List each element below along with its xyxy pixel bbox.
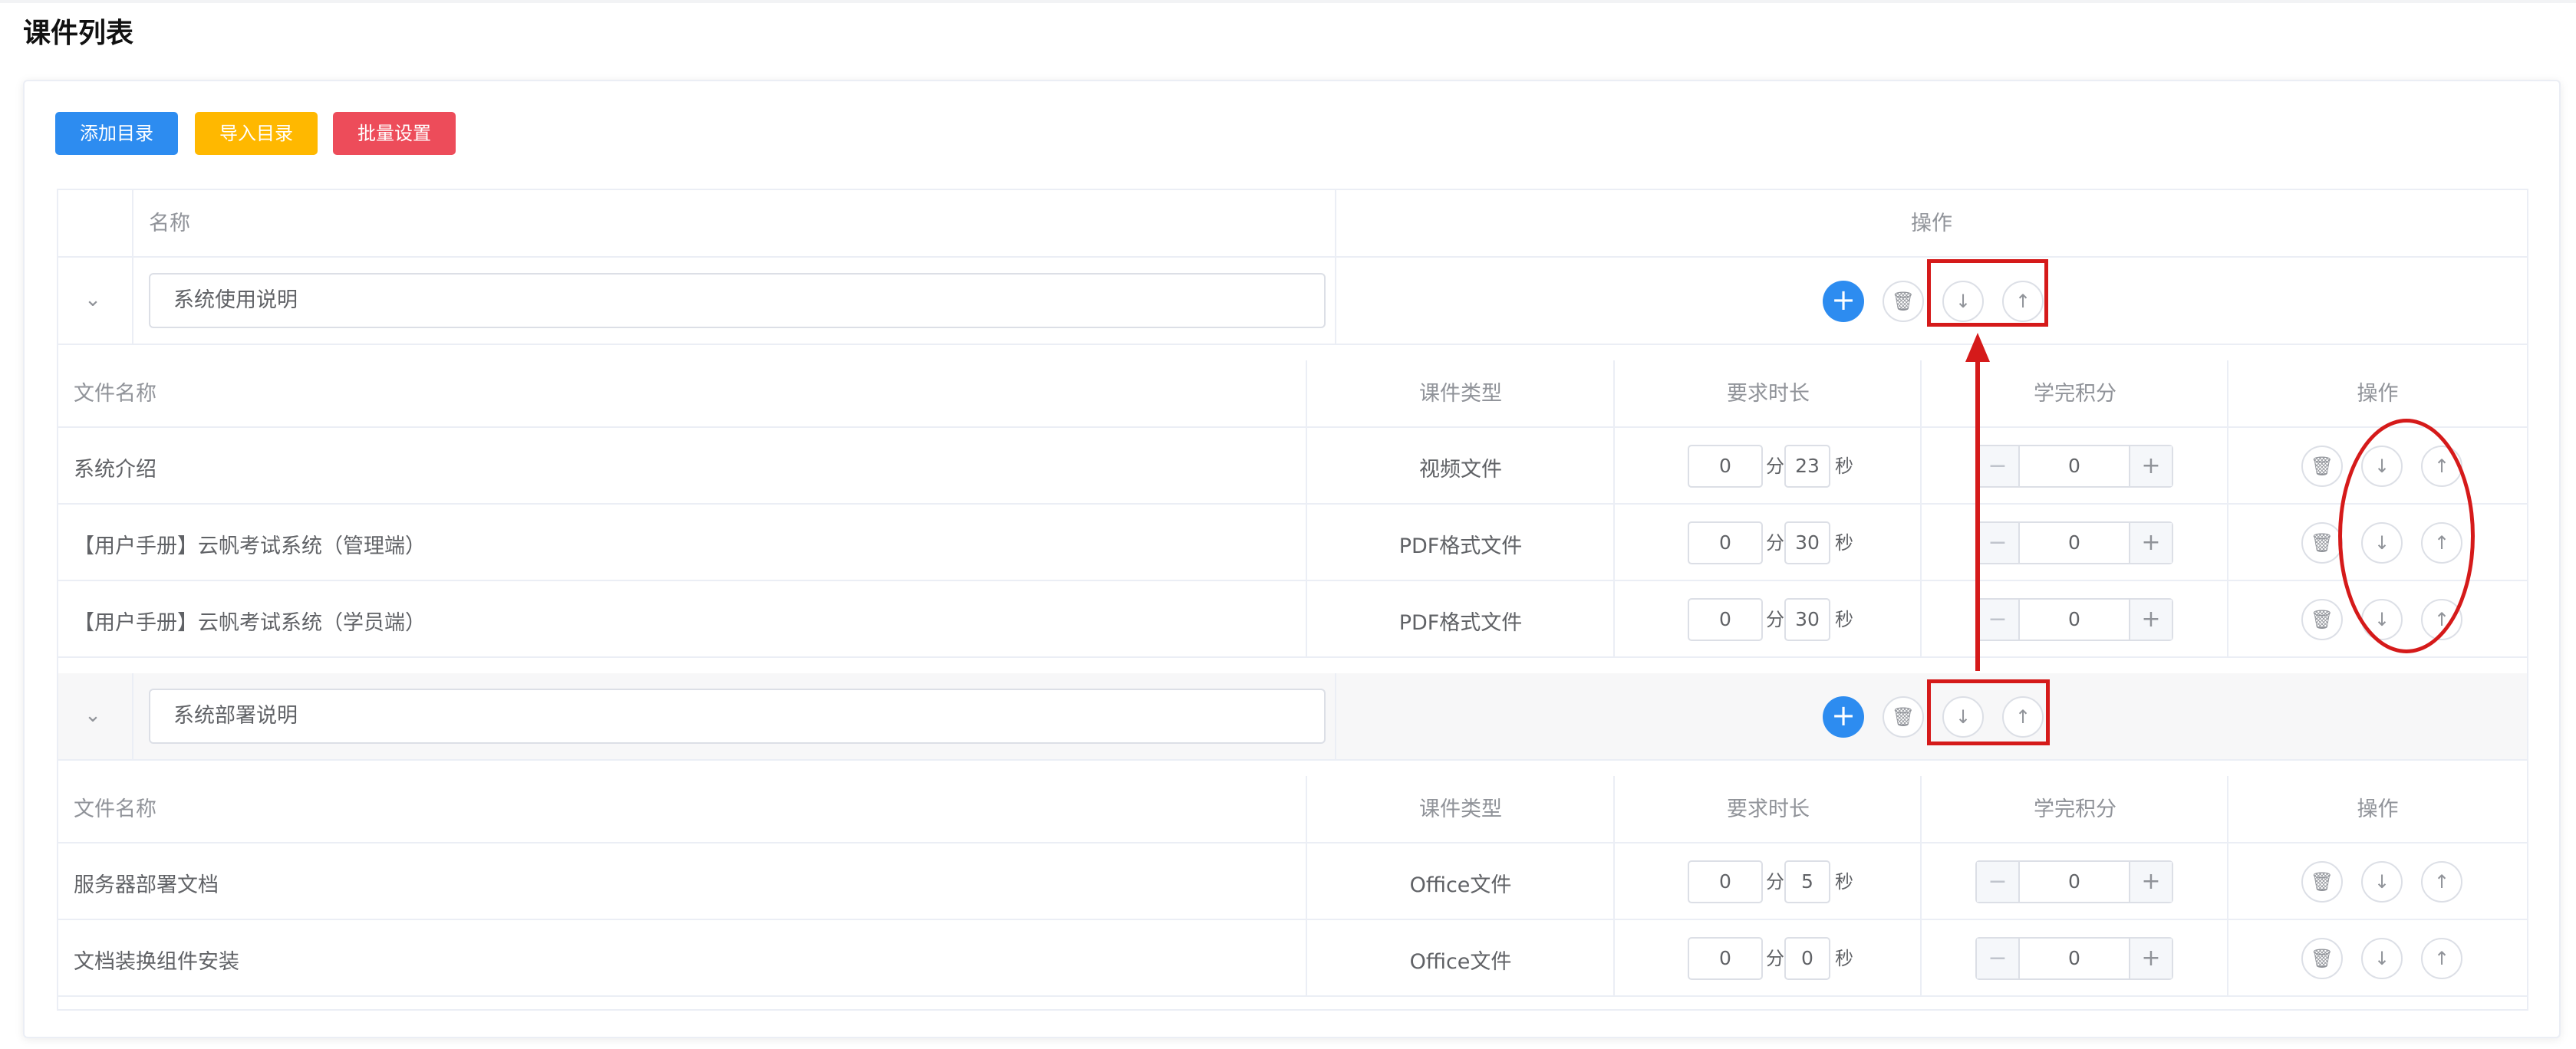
delete-file-button[interactable]: 🗑 [2301,446,2343,487]
header-file-name: 文件名称 [74,797,156,821]
minute-unit: 分 [1766,532,1784,554]
add-file-button[interactable]: + [1823,281,1864,322]
file-table-header: 文件名称 课件类型 要求时长 学完积分 操作 [58,360,2527,428]
header-points: 学完积分 [2034,797,2116,821]
header-actions: 操作 [2357,797,2399,821]
header-type: 课件类型 [1419,382,1502,406]
file-row: 服务器部署文档 Office文件 0 分 5 秒 −0 + 🗑 ↓ ↑ [58,843,2527,920]
file-row: 【用户手册】云帆考试系统（管理端） PDF格式文件 0 分 30 秒 −0 + 🗑 ↓ ↑ [58,505,2527,581]
minute-unit: 分 [1766,871,1784,893]
second-unit: 秒 [1835,532,1853,554]
points-value[interactable]: 0 [2020,862,2129,902]
seconds-input[interactable]: 0 [1784,937,1830,980]
second-unit: 秒 [1835,948,1853,969]
header-actions: 操作 [2357,382,2399,406]
second-unit: 秒 [1835,871,1853,893]
minutes-input[interactable]: 0 [1688,521,1763,564]
course-table: 名称 操作 ⌄ 系统使用说明 + 🗑 ↓ ↑ 文件名称 课件类型 要求时长 学完积分 操作 系统介绍视… [57,189,2528,1011]
minutes-input[interactable]: 0 [1688,598,1763,641]
move-down-file-button[interactable]: ↓ [2361,861,2403,903]
file-type: PDF格式文件 [1398,534,1523,558]
minute-unit: 分 [1766,609,1784,630]
add-file-button[interactable]: + [1823,696,1864,738]
file-name: 【用户手册】云帆考试系统（管理端） [74,534,426,558]
delete-file-button[interactable]: 🗑 [2301,861,2343,903]
delete-file-button[interactable]: 🗑 [2301,599,2343,640]
delete-directory-button[interactable]: 🗑 [1883,696,1924,738]
plus-icon[interactable]: + [2129,523,2172,563]
file-table-header: 文件名称 课件类型 要求时长 学完积分 操作 [58,776,2527,843]
file-type: 视频文件 [1419,458,1502,482]
minutes-input[interactable]: 0 [1688,445,1763,488]
file-name: 文档装换组件安装 [74,950,239,974]
annotation-oval [2338,419,2475,653]
directory-name-input[interactable]: 系统使用说明 [149,273,1326,328]
file-type: Office文件 [1409,873,1512,897]
minutes-input[interactable]: 0 [1688,937,1763,980]
second-unit: 秒 [1835,455,1853,477]
file-row: 系统介绍 视频文件 0 分 23 秒 −0 + 🗑 ↓ ↑ [58,428,2527,505]
chevron-down-icon[interactable]: ⌄ [81,704,104,727]
delete-file-button[interactable]: 🗑 [2301,938,2343,979]
move-up-file-button[interactable]: ↑ [2421,861,2462,903]
delete-directory-button[interactable]: 🗑 [1883,281,1924,322]
page-title: 课件列表 [23,18,134,49]
header-file-name: 文件名称 [74,382,156,406]
chevron-down-icon[interactable]: ⌄ [81,288,104,311]
minus-icon[interactable]: − [1977,862,2020,902]
plus-icon[interactable]: + [2129,862,2172,902]
plus-icon[interactable]: + [2129,939,2172,978]
course-card: 添加目录 导入目录 批量设置 名称 操作 ⌄ 系统使用说明 + 🗑 ↓ ↑ 文件名称 课件类型… [23,80,2561,1038]
points-value[interactable]: 0 [2020,939,2129,978]
file-type: PDF格式文件 [1398,611,1523,635]
file-name: 【用户手册】云帆考试系统（学员端） [74,611,426,635]
plus-icon[interactable]: + [2129,600,2172,640]
minutes-input[interactable]: 0 [1688,860,1763,903]
directory-row: ⌄ 系统部署说明 + 🗑 ↓ ↑ [58,673,2527,761]
second-unit: 秒 [1835,609,1853,630]
import-directory-button[interactable]: 导入目录 [195,112,318,155]
directory-name-input[interactable]: 系统部署说明 [149,689,1326,744]
annotation-box-bottom [1927,679,2050,745]
file-row: 【用户手册】云帆考试系统（学员端） PDF格式文件 0 分 30 秒 −0 + 🗑 ↓ ↑ [58,581,2527,658]
delete-file-button[interactable]: 🗑 [2301,522,2343,564]
points-stepper[interactable]: −0 + [1975,521,2173,564]
file-row: 文档装换组件安装 Office文件 0 分 0 秒 −0 + 🗑 ↓ ↑ [58,920,2527,997]
points-stepper[interactable]: −0 + [1975,598,2173,641]
header-duration: 要求时长 [1727,797,1810,821]
move-down-file-button[interactable]: ↓ [2361,938,2403,979]
points-stepper[interactable]: −0 + [1975,445,2173,488]
seconds-input[interactable]: 23 [1784,445,1830,488]
add-directory-button[interactable]: 添加目录 [55,112,178,155]
points-value[interactable]: 0 [2020,446,2129,486]
seconds-input[interactable]: 30 [1784,521,1830,564]
minute-unit: 分 [1766,948,1784,969]
table-header: 名称 操作 [58,190,2527,258]
points-value[interactable]: 0 [2020,600,2129,640]
header-actions: 操作 [1911,212,1952,235]
points-value[interactable]: 0 [2020,523,2129,563]
plus-icon[interactable]: + [2129,446,2172,486]
top-divider [0,0,2576,3]
file-type: Office文件 [1409,950,1512,974]
file-name: 系统介绍 [74,458,156,482]
seconds-input[interactable]: 5 [1784,860,1830,903]
annotation-box-top [1927,259,2048,327]
minute-unit: 分 [1766,455,1784,477]
points-stepper[interactable]: −0 + [1975,937,2173,980]
seconds-input[interactable]: 30 [1784,598,1830,641]
header-type: 课件类型 [1419,797,1502,821]
minus-icon[interactable]: − [1977,939,2020,978]
move-up-file-button[interactable]: ↑ [2421,938,2462,979]
file-name: 服务器部署文档 [74,873,219,897]
points-stepper[interactable]: −0 + [1975,860,2173,903]
header-name: 名称 [149,212,190,235]
batch-settings-button[interactable]: 批量设置 [333,112,456,155]
directory-row: ⌄ 系统使用说明 + 🗑 ↓ ↑ [58,258,2527,345]
annotation-arrow [1965,333,1990,671]
header-duration: 要求时长 [1727,382,1810,406]
